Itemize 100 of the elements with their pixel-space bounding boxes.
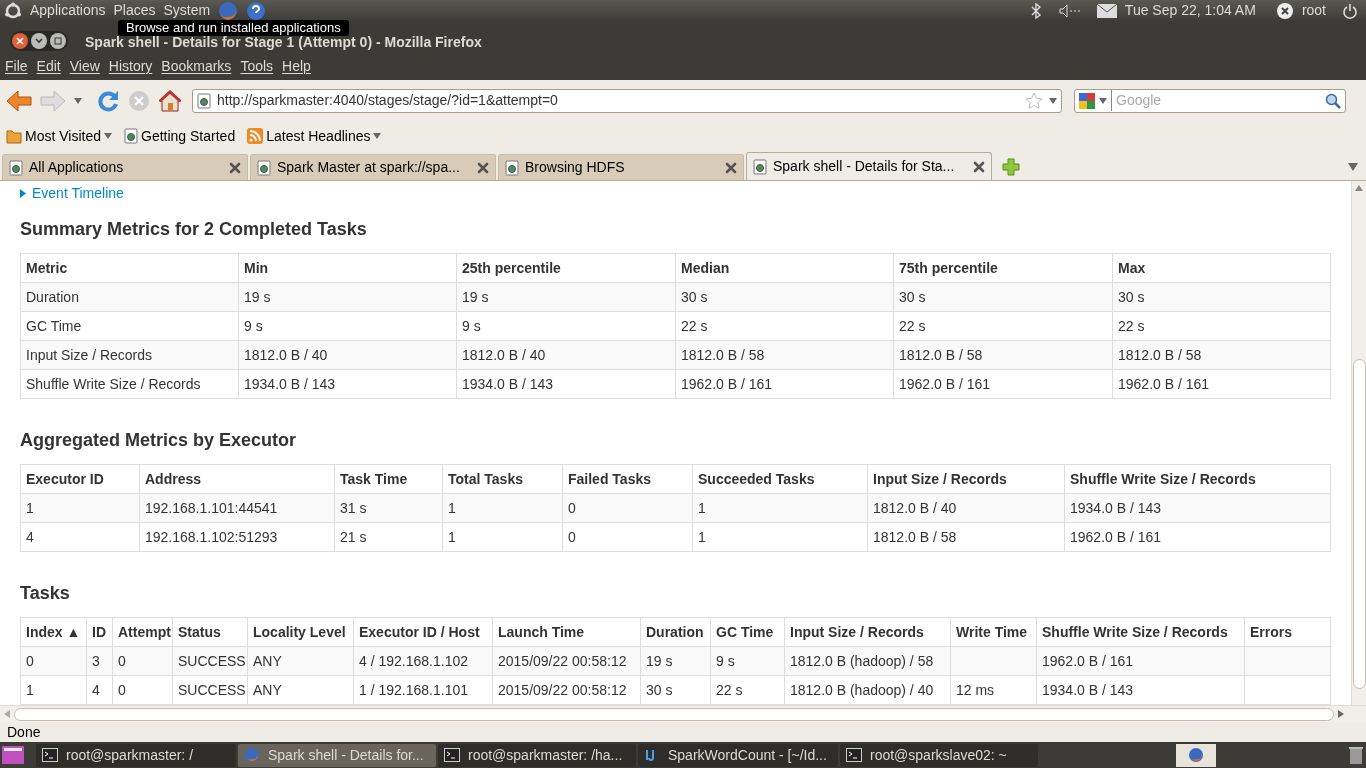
globe-fox-icon: [244, 747, 260, 764]
column-header[interactable]: Index ▲: [20, 617, 87, 647]
panel-menu[interactable]: Applications: [30, 0, 106, 22]
caret-icon: [1099, 97, 1107, 104]
section-heading: Aggregated Metrics by Executor: [20, 429, 297, 453]
table-cell: 1934.0 B / 143: [1064, 493, 1331, 523]
user-name[interactable]: root: [1301, 0, 1326, 22]
menu-item[interactable]: View: [66, 56, 103, 78]
help-icon[interactable]: [246, 0, 267, 21]
taskbar-button[interactable]: Spark shell - Details for...: [238, 743, 436, 767]
close-window-icon[interactable]: [12, 32, 28, 49]
folder-icon: [6, 128, 22, 145]
taskbar-button[interactable]: SparkWordCount - [~/Id...: [638, 743, 838, 767]
mail-icon[interactable]: [1096, 3, 1117, 18]
taskbar-button[interactable]: root@sparkslave02: ~: [840, 743, 1038, 767]
bookmark-item[interactable]: Most Visited: [6, 125, 112, 147]
show-desktop-icon[interactable]: [2, 746, 24, 765]
new-tab-plus-icon[interactable]: [1002, 158, 1020, 177]
table-cell: 9 s: [238, 311, 457, 341]
close-icon[interactable]: [229, 161, 241, 174]
maximize-icon[interactable]: [50, 32, 66, 49]
column-header: Median: [675, 253, 894, 283]
menu-item[interactable]: Bookmarks: [158, 56, 235, 78]
table-cell: 1934.0 B / 143: [1036, 675, 1245, 705]
menu-item[interactable]: Tools: [237, 56, 277, 78]
table-cell: 1812.0 B / 58: [675, 340, 894, 370]
taskbar-button[interactable]: root@sparkmaster: /: [36, 743, 236, 767]
column-header: Launch Time: [492, 617, 641, 647]
table-cell: 1: [692, 522, 868, 552]
taskbar-button[interactable]: root@sparkmaster: /ha...: [438, 743, 636, 767]
ubuntu-logo-icon[interactable]: [4, 1, 22, 20]
column-header: Input Size / Records: [867, 464, 1065, 494]
browser-tab[interactable]: Spark shell - Details for Sta...: [746, 152, 992, 181]
table-cell: 1962.0 B / 161: [1064, 522, 1331, 552]
table-cell: 22 s: [710, 675, 785, 705]
scroll-up-arrow-icon[interactable]: [1355, 185, 1363, 192]
panel-menu[interactable]: Places: [113, 0, 156, 22]
panel-menu[interactable]: System: [163, 0, 211, 22]
page-icon: [9, 159, 23, 176]
table-cell: 1812.0 B / 40: [867, 493, 1065, 523]
menu-item[interactable]: File: [2, 56, 31, 78]
menu-item[interactable]: History: [105, 56, 156, 78]
menu-item[interactable]: Help: [279, 56, 314, 78]
search-field[interactable]: Google: [1074, 88, 1346, 113]
browser-tab[interactable]: Spark Master at spark://spa...: [250, 154, 496, 181]
close-icon[interactable]: [973, 160, 985, 173]
menu-item[interactable]: Edit: [33, 56, 64, 78]
close-icon[interactable]: [725, 161, 737, 174]
scroll-right-arrow-icon[interactable]: [1338, 710, 1344, 719]
table-cell: 0: [112, 646, 173, 676]
search-icon[interactable]: [1325, 92, 1341, 109]
user-status-icon[interactable]: [1275, 1, 1294, 20]
bluetooth-icon[interactable]: [1030, 2, 1041, 19]
table-cell: 30 s: [675, 282, 894, 312]
table-cell: 1: [20, 675, 87, 705]
table-cell: 30 s: [1112, 282, 1331, 312]
search-input[interactable]: Google: [1111, 90, 1321, 112]
clock[interactable]: Tue Sep 22, 1:04 AM: [1124, 0, 1256, 22]
table-cell: 19 s: [456, 282, 676, 312]
table-cell: 192.168.1.102:51293: [139, 522, 335, 552]
browser-tab[interactable]: All Applications: [2, 154, 248, 181]
trash-icon[interactable]: [1348, 745, 1364, 766]
google-logo-icon[interactable]: [1079, 92, 1095, 109]
table-cell: 1962.0 B / 161: [893, 369, 1113, 399]
column-header: Total Tasks: [442, 464, 563, 494]
bookmark-item[interactable]: Getting Started: [124, 125, 236, 147]
column-header: Max: [1112, 253, 1331, 283]
table-cell: 192.168.1.101:44541: [139, 493, 335, 523]
table-cell: 1962.0 B / 161: [1036, 646, 1245, 676]
vertical-scrollbar[interactable]: [1351, 181, 1366, 706]
browser-tab[interactable]: Browsing HDFS: [498, 154, 744, 181]
table-cell: 1 / 192.168.1.101: [353, 675, 493, 705]
table-cell: 1812.0 B (hadoop) / 58: [784, 646, 951, 676]
globe-icon[interactable]: [218, 0, 239, 21]
tab-list-caret-icon[interactable]: [1348, 163, 1358, 172]
expand-arrow-icon: [20, 189, 26, 199]
close-icon[interactable]: [477, 161, 489, 174]
table-cell: 2015/09/22 00:58:12: [492, 675, 641, 705]
horizontal-scrollbar[interactable]: [0, 705, 1366, 723]
table-cell: 1962.0 B / 161: [1112, 369, 1331, 399]
star-icon[interactable]: [1025, 91, 1043, 110]
speaker-icon[interactable]: [1058, 3, 1083, 18]
event-timeline-link[interactable]: Event Timeline: [20, 183, 124, 205]
table-cell: 12 ms: [950, 675, 1037, 705]
feed-icon: [247, 128, 264, 145]
table-cell: 31 s: [334, 493, 443, 523]
power-icon[interactable]: [1342, 2, 1358, 19]
minimize-icon[interactable]: [31, 32, 47, 49]
table-cell: ANY: [247, 646, 354, 676]
column-header: Shuffle Write Size / Records: [1036, 617, 1245, 647]
table-cell: 0: [20, 646, 87, 676]
table-cell: 22 s: [1112, 311, 1331, 341]
table-cell: SUCCESS: [172, 675, 248, 705]
table-cell: 1812.0 B / 58: [867, 522, 1065, 552]
column-header: Address: [139, 464, 335, 494]
back-arrow-icon[interactable]: [6, 89, 32, 112]
table-cell: 0: [112, 675, 173, 705]
home-icon[interactable]: [158, 88, 182, 113]
bookmark-item[interactable]: Latest Headlines: [247, 125, 382, 147]
url-field[interactable]: http://sparkmaster:4040/stages/stage/?id=1&attempt=0: [192, 88, 1062, 113]
